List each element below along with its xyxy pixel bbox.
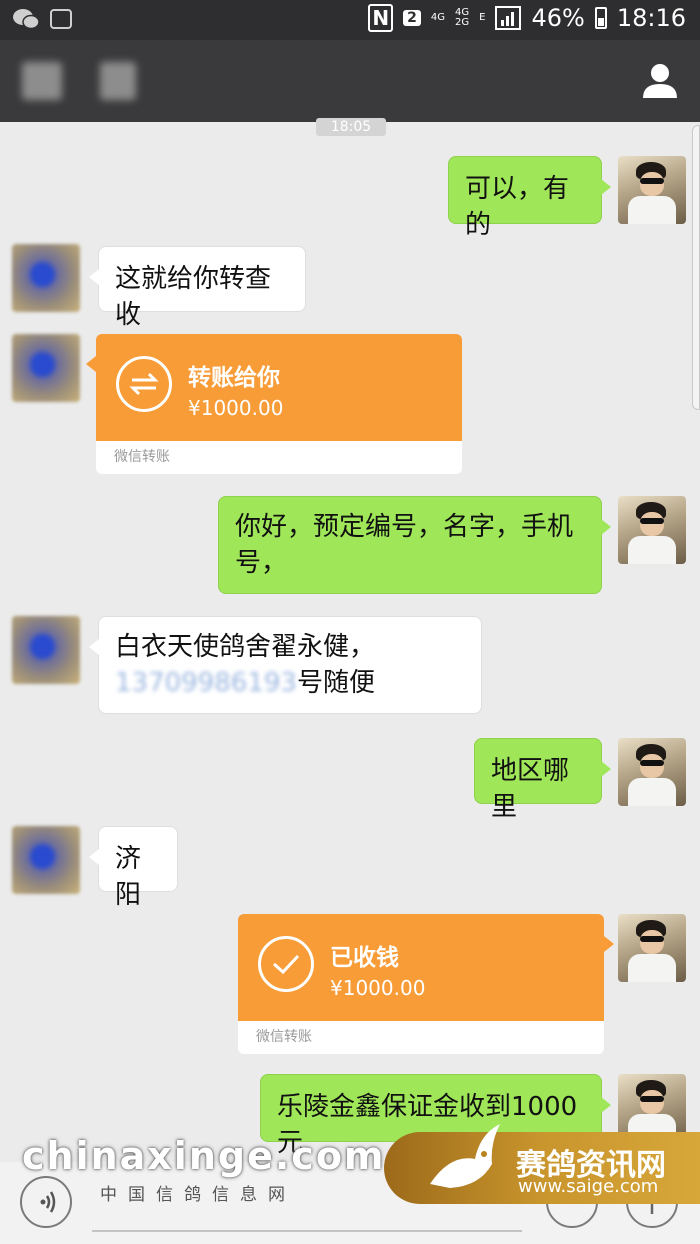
transfer-title: 转账给你 [188,365,280,391]
network-4g-icon: 4G [430,12,446,23]
transfer-icon [116,356,172,412]
avatar-contact[interactable] [12,616,80,684]
avatar-contact[interactable] [12,244,80,312]
profile-icon[interactable] [640,60,680,100]
message-text: 地区哪里 [491,756,570,822]
avatar-me[interactable] [618,914,686,982]
message-bubble-sent[interactable]: 你好，预定编号，名字，手机 号， [218,496,611,594]
status-bar: N 2 4G 4G 2G E 46% 18:16 [0,0,700,40]
battery-icon [594,7,607,29]
back-button-blurred[interactable] [22,62,62,100]
signal-icon [495,6,522,30]
pigeon-logo-icon [430,1124,500,1188]
message-bubble-sent[interactable]: 可以，有的 [448,156,611,240]
avatar-me[interactable] [618,738,686,806]
battery-percent: 46% [531,4,585,32]
message-text: 济阳 [115,844,142,910]
chat-header [0,40,700,122]
watermark-chinaxinge: chinaxinge.com 中国信鸽信息网 [22,1134,386,1205]
message-text-line1: 你好，预定编号，名字，手机 [235,512,574,542]
network-4g2g-icon: 4G 2G [455,7,470,28]
message-bubble-sent[interactable]: 地区哪里 [474,738,611,822]
transfer-amount: ¥1000.00 [330,976,426,1000]
transfer-footer: 微信转账 [96,441,462,474]
chat-title-blurred [100,62,136,100]
avatar-me[interactable] [618,496,686,564]
clock: 18:16 [616,4,686,32]
message-text: 这就给你转查收 [115,264,272,330]
phone-number-blurred: 13709986193 [115,668,297,698]
check-icon [258,936,314,992]
avatar-contact[interactable] [12,826,80,894]
transfer-title: 已收钱 [330,945,399,971]
gallery-icon [50,9,72,29]
sim2-icon: 2 [403,10,421,26]
scrollbar[interactable] [692,125,700,410]
message-bubble-received[interactable]: 这就给你转查收 [89,246,306,330]
message-text: 可以，有的 [465,174,570,240]
transfer-card-received[interactable]: 已收钱 ¥1000.00 微信转账 [238,914,614,1054]
message-bubble-received[interactable]: 白衣天使鸽舍翟永健， 13709986193号随便 [89,616,482,714]
avatar-me[interactable] [618,156,686,224]
transfer-footer: 微信转账 [238,1021,604,1054]
watermark-saige: 赛鸽资讯网 www.saige.com [384,1124,700,1204]
message-text-line2: 号， [235,548,288,578]
transfer-amount: ¥1000.00 [188,396,284,420]
avatar-contact[interactable] [12,334,80,402]
message-text-line1: 白衣天使鸽舍翟永健， [115,632,376,662]
transfer-card[interactable]: 转账给你 ¥1000.00 微信转账 [86,334,462,474]
network-e-icon: E [479,12,486,23]
message-text-line2: 13709986193号随便 [115,665,465,701]
nfc-icon: N [368,4,394,32]
text-input[interactable] [92,1230,522,1232]
wechat-icon [13,9,40,30]
message-timestamp: 18:05 [316,118,386,136]
message-bubble-received[interactable]: 济阳 [89,826,178,910]
